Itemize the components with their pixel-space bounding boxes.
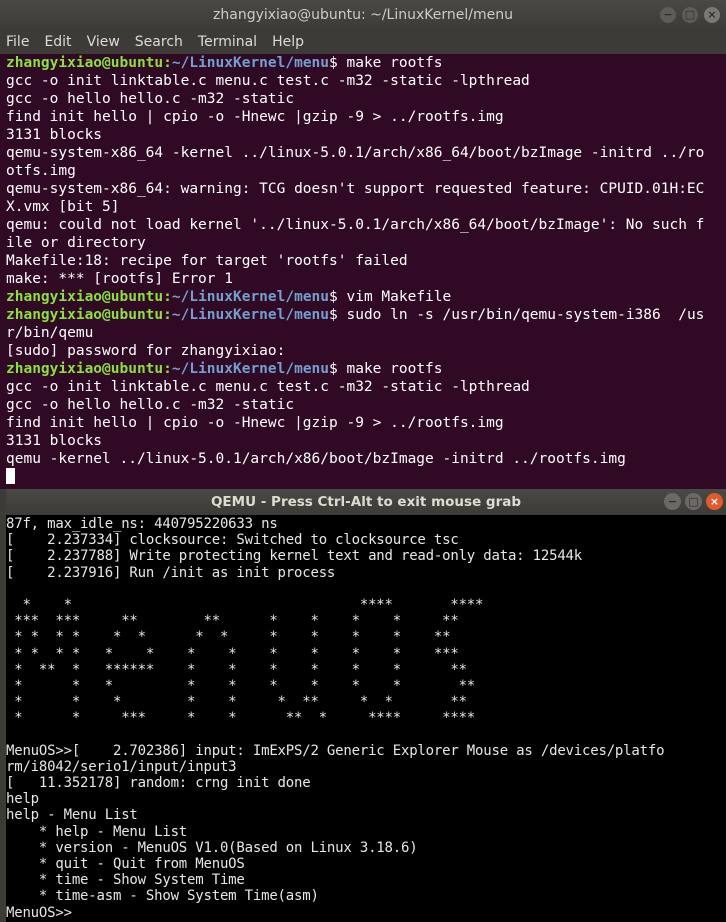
console-line: [ 2.237334] clocksource: Switched to clo… bbox=[6, 532, 459, 549]
terminal-output[interactable]: zhangyixiao@ubuntu:~/LinuxKernel/menu$ m… bbox=[6, 54, 726, 490]
console-line: *** *** ** ** * * * * ** bbox=[6, 613, 459, 630]
prompt-user: zhangyixiao@ubuntu bbox=[6, 361, 164, 377]
text-cursor bbox=[6, 468, 15, 484]
terminal-line: [sudo] password for zhangyixiao: bbox=[6, 343, 286, 359]
minimize-icon[interactable]: − bbox=[660, 7, 676, 23]
terminal-line: qemu-system-x86_64: warning: TCG doesn't… bbox=[6, 181, 705, 197]
terminal-line: gcc -o init linktable.c menu.c test.c -m… bbox=[6, 379, 530, 395]
terminal-line: r/bin/qemu bbox=[6, 325, 94, 341]
console-line: * time-asm - Show System Time(asm) bbox=[6, 888, 319, 905]
maximize-icon[interactable]: □ bbox=[685, 493, 702, 510]
terminal-line bbox=[6, 468, 726, 486]
command-text: vim Makefile bbox=[337, 289, 452, 305]
menu-file[interactable]: File bbox=[6, 34, 29, 50]
prompt-user: zhangyixiao@ubuntu bbox=[6, 289, 164, 305]
menu-edit[interactable]: Edit bbox=[44, 34, 71, 50]
console-line: rm/i8042/serio1/input/input3 bbox=[6, 758, 237, 775]
terminal-line: find init hello | cpio -o -Hnewc |gzip -… bbox=[6, 109, 504, 125]
console-line: * ** * ****** * * * * * * ** bbox=[6, 661, 467, 678]
console-line: * quit - Quit from MenuOS bbox=[6, 855, 245, 872]
terminal-line: gcc -o hello hello.c -m32 -static bbox=[6, 91, 295, 107]
console-line: * time - Show System Time bbox=[6, 872, 245, 889]
terminal-line: zhangyixiao@ubuntu:~/LinuxKernel/menu$ s… bbox=[6, 307, 705, 323]
console-line: help - Menu List bbox=[6, 807, 138, 824]
console-line: [ 2.237788] Write protecting kernel text… bbox=[6, 548, 583, 565]
terminal-line: 3131 blocks bbox=[6, 433, 103, 449]
console-line: * * *** * * ** * **** **** bbox=[6, 710, 476, 727]
terminal-line: gcc -o hello hello.c -m32 -static bbox=[6, 397, 295, 413]
qemu-title: QEMU - Press Ctrl-Alt to exit mouse grab bbox=[210, 494, 522, 510]
console-line: * help - Menu List bbox=[6, 823, 188, 840]
menu-help[interactable]: Help bbox=[272, 34, 304, 50]
command-text: make rootfs bbox=[337, 55, 443, 71]
terminal-line: Makefile:18: recipe for target 'rootfs' … bbox=[6, 253, 408, 269]
terminal-titlebar[interactable]: zhangyixiao@ubuntu: ~/LinuxKernel/menu −… bbox=[0, 0, 726, 30]
terminal-line: ile or directory bbox=[6, 235, 146, 251]
command-text: sudo ln -s /usr/bin/qemu-system-i386 /us bbox=[337, 307, 705, 323]
terminal-line: gcc -o init linktable.c menu.c test.c -m… bbox=[6, 73, 530, 89]
qemu-window: QEMU - Press Ctrl-Alt to exit mouse grab… bbox=[0, 489, 726, 922]
prompt-path: ~/LinuxKernel/menu bbox=[171, 55, 330, 71]
terminal-line: find init hello | cpio -o -Hnewc |gzip -… bbox=[6, 415, 504, 431]
terminal-line: otfs.img bbox=[6, 163, 76, 179]
maximize-icon[interactable]: □ bbox=[682, 7, 698, 23]
terminal-line: zhangyixiao@ubuntu:~/LinuxKernel/menu$ m… bbox=[6, 55, 443, 71]
terminal-line: qemu: could not load kernel '../linux-5.… bbox=[6, 217, 705, 233]
terminal-line: qemu -kernel ../linux-5.0.1/arch/x86/boo… bbox=[6, 451, 626, 467]
qemu-titlebar[interactable]: QEMU - Press Ctrl-Alt to exit mouse grab… bbox=[6, 489, 726, 515]
terminal-title: zhangyixiao@ubuntu: ~/LinuxKernel/menu bbox=[213, 7, 513, 23]
console-line: * * * * * * ** * * ** bbox=[6, 694, 467, 711]
close-icon[interactable]: × bbox=[704, 7, 720, 23]
console-line: * version - MenuOS V1.0(Based on Linux 3… bbox=[6, 839, 418, 856]
prompt-user: zhangyixiao@ubuntu bbox=[6, 307, 164, 323]
prompt-user: zhangyixiao@ubuntu bbox=[6, 55, 164, 71]
terminal-menubar: File Edit View Search Terminal Help bbox=[0, 30, 726, 54]
prompt-path: ~/LinuxKernel/menu bbox=[171, 307, 330, 323]
console-line: * * * * * * * * * * * * ** bbox=[6, 629, 451, 646]
prompt-path: ~/LinuxKernel/menu bbox=[171, 361, 330, 377]
console-line: [ 11.352178] random: crng init done bbox=[6, 775, 311, 791]
menu-search[interactable]: Search bbox=[135, 34, 183, 50]
console-line: 87f, max_idle_ns: 440795220633 ns bbox=[6, 516, 278, 532]
terminal-line: zhangyixiao@ubuntu:~/LinuxKernel/menu$ v… bbox=[6, 289, 452, 305]
console-line: MenuOS>> bbox=[6, 904, 72, 921]
terminal-line: X.vmx [bit 5] bbox=[6, 199, 120, 215]
console-line: help bbox=[6, 791, 39, 808]
terminal-line: qemu-system-x86_64 -kernel ../linux-5.0.… bbox=[6, 145, 705, 161]
terminal-line: zhangyixiao@ubuntu:~/LinuxKernel/menu$ m… bbox=[6, 361, 443, 377]
console-line: * * * * * * * * * ** bbox=[6, 677, 476, 694]
console-line: * * * * * * * * * * * * *** bbox=[6, 645, 459, 662]
console-line: * * **** **** bbox=[6, 596, 484, 613]
console-line: MenuOS>>[ 2.702386] input: ImExPS/2 Gene… bbox=[6, 742, 665, 759]
command-text: make rootfs bbox=[337, 361, 443, 377]
terminal-window: zhangyixiao@ubuntu: ~/LinuxKernel/menu −… bbox=[0, 0, 726, 490]
terminal-line: 3131 blocks bbox=[6, 127, 103, 143]
qemu-console[interactable]: 87f, max_idle_ns: 440795220633 ns[ 2.237… bbox=[6, 516, 726, 922]
minimize-icon[interactable]: − bbox=[664, 493, 681, 510]
menu-view[interactable]: View bbox=[87, 34, 120, 50]
close-icon[interactable]: × bbox=[706, 493, 723, 510]
menu-terminal[interactable]: Terminal bbox=[198, 34, 257, 50]
console-line: [ 2.237916] Run /init as init process bbox=[6, 564, 336, 581]
terminal-line: make: *** [rootfs] Error 1 bbox=[6, 271, 233, 287]
prompt-path: ~/LinuxKernel/menu bbox=[171, 289, 330, 305]
